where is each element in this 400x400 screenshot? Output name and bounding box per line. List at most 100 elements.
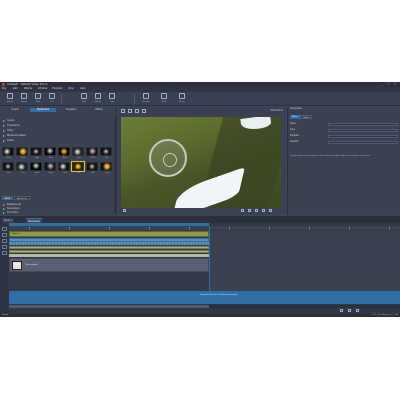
preview-settings-icon[interactable] [142, 109, 146, 113]
trim-button[interactable]: Trim [106, 93, 118, 105]
timeline-ruler[interactable] [9, 226, 400, 230]
menu-effects[interactable]: Effects [24, 87, 32, 91]
menu-view[interactable]: View [68, 87, 74, 91]
video-preview[interactable] [121, 117, 281, 208]
effect-thumbnail[interactable]: Burst [58, 147, 70, 159]
preview-grid-icon[interactable] [135, 109, 139, 113]
effect-clip[interactable] [9, 254, 209, 257]
media-pool-scrollbar[interactable] [114, 118, 116, 213]
effect-thumbnail[interactable]: Spark [30, 162, 42, 174]
track-tool-icon[interactable] [2, 239, 7, 243]
tab-effects[interactable]: Effects [86, 108, 112, 112]
export-icon [21, 93, 27, 99]
overlay-clip[interactable] [9, 250, 209, 253]
tree-item-audio[interactable]: Audio [2, 138, 115, 143]
video-clip[interactable]: Video 1 [9, 231, 209, 237]
effect-circle-overlay[interactable] [149, 139, 187, 177]
tab-effect[interactable]: Effect [290, 115, 300, 119]
effect-thumbnail[interactable]: Sun [2, 162, 14, 174]
playhead[interactable] [209, 226, 210, 291]
title-clip-thumbnail [12, 261, 22, 270]
edit-button[interactable]: Edit [32, 93, 44, 105]
ruler-tick [189, 227, 190, 230]
menu-window[interactable]: Window [38, 87, 47, 91]
menu-file[interactable]: File [2, 87, 6, 91]
burn-button[interactable]: Burn [158, 93, 170, 105]
trash-icon [95, 93, 101, 99]
window-controls[interactable]: _ □ × [381, 83, 398, 86]
property-field[interactable] [328, 129, 398, 132]
tab-media-pool[interactable]: Media Pool [30, 108, 56, 112]
effect-thumbnail[interactable]: Circle [58, 162, 70, 174]
effect-thumbnail[interactable]: Star [100, 147, 112, 159]
expand-arrow-icon [3, 139, 5, 142]
effect-thumbnail[interactable]: Light [30, 147, 42, 159]
section-basic-tab[interactable]: Basic [2, 196, 14, 200]
ruler-tick [109, 227, 110, 230]
main-toolbar: Import Export Edit Cut Split Delete Trim… [0, 92, 400, 106]
effect-thumbnail[interactable]: Blend [16, 147, 28, 159]
status-right: CPU: 12% Memory: 2.1 GB [371, 313, 398, 316]
overlay-clip[interactable] [9, 246, 209, 249]
previous-frame-icon[interactable] [241, 209, 244, 212]
zoom-out-icon[interactable] [340, 309, 343, 312]
preview-zoom-icon[interactable] [128, 109, 132, 113]
menu-edit[interactable]: Edit [13, 87, 17, 91]
expand-arrow-icon [3, 212, 5, 214]
cut-button[interactable]: Cut [46, 93, 58, 105]
render-button[interactable]: Render [140, 93, 152, 105]
scissors-icon [49, 93, 55, 99]
fullscreen-icon[interactable] [269, 209, 272, 212]
track-tool-icon[interactable] [2, 245, 7, 249]
export-button[interactable]: Export [18, 93, 30, 105]
play-button-icon[interactable] [255, 209, 258, 212]
effect-thumbnail[interactable]: Lens [100, 162, 112, 174]
effect-thumbnail-selected[interactable]: Disc [71, 161, 85, 174]
toolbar-separator [61, 94, 62, 104]
property-label: Type [290, 128, 296, 131]
tab-project[interactable]: Project [2, 108, 28, 112]
effect-thumbnail[interactable]: Fade [2, 147, 14, 159]
effect-thumbnail[interactable]: Halo [86, 162, 98, 174]
ruler-tick [349, 227, 350, 230]
list-item-intro-outro[interactable]: Intro/Outro [2, 211, 115, 215]
property-label: Position [290, 140, 299, 143]
effect-thumbnail[interactable]: Beam [44, 162, 56, 174]
play-icon[interactable] [123, 209, 126, 212]
media-drop-zone[interactable]: Drag media files here to add them to the… [9, 291, 400, 304]
next-frame-icon[interactable] [262, 209, 265, 212]
disc-icon [161, 93, 167, 99]
expand-arrow-icon [3, 208, 5, 210]
import-button[interactable]: Import [4, 93, 16, 105]
preview-mode-icon[interactable] [121, 109, 125, 113]
section-advanced-tab[interactable]: Advanced [14, 196, 30, 200]
ruler-tick [229, 227, 230, 230]
split-button[interactable]: Split [78, 93, 90, 105]
track-tool-icon[interactable] [2, 251, 7, 255]
scrollbar-thumb[interactable] [9, 305, 209, 308]
timeline-empty-area[interactable] [210, 231, 400, 291]
property-field[interactable] [328, 135, 398, 138]
zoom-fit-icon[interactable] [348, 309, 351, 312]
effect-thumbnail[interactable]: Flash [86, 147, 98, 159]
tab-object[interactable]: Object [300, 115, 313, 119]
preview-toolbar: 00:00:04:12 [118, 107, 286, 115]
effect-thumbnail[interactable]: Flare [44, 147, 56, 159]
delete-button[interactable]: Delete [92, 93, 104, 105]
title-clip[interactable]: Title template [9, 258, 209, 272]
property-field[interactable] [328, 141, 398, 144]
tab-templates[interactable]: Templates [58, 108, 84, 112]
menu-playback[interactable]: Playback [52, 87, 63, 91]
track-tool-icon[interactable] [2, 233, 7, 237]
effect-thumbnail[interactable]: Glow [72, 147, 84, 159]
track-tool-icon[interactable] [2, 227, 7, 231]
zoom-in-icon[interactable] [356, 309, 359, 312]
menu-help[interactable]: Help [80, 87, 85, 91]
stop-icon[interactable] [248, 209, 251, 212]
effect-thumbnail[interactable]: Ray [16, 162, 28, 174]
secondary-category-list: Backgrounds Decorations Intro/Outro [2, 203, 115, 215]
preview-panel: 00:00:04:12 [118, 107, 286, 215]
share-button[interactable]: Share [176, 93, 188, 105]
window-title: Untitled* - MAGIX Video Pro X [7, 82, 48, 86]
property-field[interactable] [328, 123, 398, 126]
